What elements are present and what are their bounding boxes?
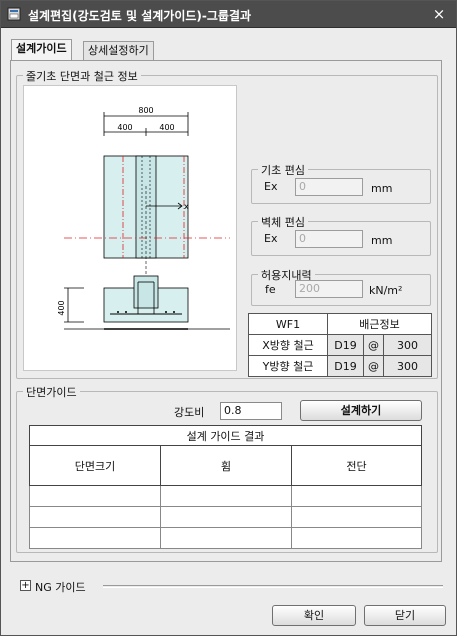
window-title: 설계편집(강도검토 및 설계가이드)-그룹결과	[28, 9, 252, 23]
foundation-ex-field[interactable]: 0	[295, 178, 363, 196]
bearing-fe-unit: kN/m²	[369, 284, 403, 297]
rebar-row-label: Y방향 철근	[248, 355, 328, 377]
title-bar[interactable]: 설계편집(강도검토 및 설계가이드)-그룹결과 ×	[1, 1, 456, 28]
dim-half-left: 400	[117, 123, 132, 132]
result-grid-title: 설계 가이드 결과	[29, 425, 422, 446]
design-result-grid: 설계 가이드 결과 단면크기 휨 전단	[29, 425, 422, 549]
column-header-shear[interactable]: 전단	[291, 445, 422, 486]
foundation-section-drawing: 800 400 400 x 400	[23, 85, 237, 371]
foundation-ex-label: Ex	[264, 180, 278, 193]
app-icon	[7, 7, 21, 21]
rebar-spacing[interactable]: 300	[383, 355, 432, 377]
rebar-at-symbol: @	[363, 355, 384, 377]
table-row[interactable]	[29, 527, 422, 549]
ng-guide-row[interactable]: + NG 가이드	[13, 578, 445, 594]
table-cell[interactable]	[29, 527, 161, 549]
wall-ex-unit: mm	[371, 234, 393, 247]
bearing-fe-label: fe	[265, 283, 276, 296]
rebar-bar-size[interactable]: D19	[327, 334, 364, 356]
design-button[interactable]: 설계하기	[300, 400, 422, 421]
section-rebar-group-label: 줄기초 단면과 철근 정보	[23, 68, 141, 84]
table-cell[interactable]	[29, 485, 161, 507]
column-header-flexure[interactable]: 휨	[160, 445, 292, 486]
rebar-bar-size[interactable]: D19	[327, 355, 364, 377]
foundation-drawing-svg: 800 400 400 x 400	[57, 106, 230, 330]
table-cell[interactable]	[291, 506, 422, 528]
rebar-table-header: 배근정보	[327, 313, 432, 335]
wall-eccentricity-label: 벽체 편심	[258, 214, 308, 230]
table-cell[interactable]	[291, 485, 422, 507]
wall-ex-field[interactable]: 0	[295, 230, 363, 248]
tab-detail-settings[interactable]: 상세설정하기	[83, 41, 154, 61]
table-cell[interactable]	[160, 485, 292, 507]
table-cell[interactable]	[29, 506, 161, 528]
section-guide-label: 단면가이드	[23, 384, 80, 400]
rebar-row-x: X방향 철근 D19 @ 300	[248, 334, 432, 356]
rebar-table-name: WF1	[248, 313, 328, 335]
dialog-window: 설계편집(강도검토 및 설계가이드)-그룹결과 × 설계가이드 상세설정하기 줄…	[0, 0, 457, 636]
ok-button[interactable]: 확인	[272, 605, 356, 626]
column-header-section-size[interactable]: 단면크기	[29, 445, 161, 486]
close-icon[interactable]: ×	[430, 5, 448, 23]
dim-half-right: 400	[159, 123, 174, 132]
table-cell[interactable]	[160, 506, 292, 528]
ng-guide-divider	[103, 585, 443, 588]
foundation-ex-unit: mm	[371, 182, 393, 195]
dim-depth: 400	[57, 300, 66, 315]
rebar-info-table: WF1 배근정보 X방향 철근 D19 @ 300 Y방향 철근 D19 @ 3…	[248, 313, 432, 377]
tab-design-guide[interactable]: 설계가이드	[11, 39, 72, 61]
strength-ratio-label: 강도비	[174, 406, 205, 419]
foundation-eccentricity-label: 기초 편심	[258, 162, 308, 178]
expand-plus-icon[interactable]: +	[20, 580, 31, 591]
table-row[interactable]	[29, 506, 422, 528]
close-button[interactable]: 닫기	[364, 605, 446, 626]
bearing-fe-field[interactable]: 200	[295, 280, 363, 298]
rebar-spacing[interactable]: 300	[383, 334, 432, 356]
wall-ex-label: Ex	[264, 232, 278, 245]
dim-total-width: 800	[138, 106, 153, 115]
table-cell[interactable]	[291, 527, 422, 549]
strength-ratio-input[interactable]: 0.8	[220, 402, 282, 420]
axis-x-label: x	[184, 202, 189, 211]
rebar-row-label: X방향 철근	[248, 334, 328, 356]
table-row[interactable]	[29, 485, 422, 507]
table-cell[interactable]	[160, 527, 292, 549]
rebar-at-symbol: @	[363, 334, 384, 356]
ng-guide-label[interactable]: NG 가이드	[35, 579, 86, 595]
rebar-row-y: Y방향 철근 D19 @ 300	[248, 355, 432, 377]
